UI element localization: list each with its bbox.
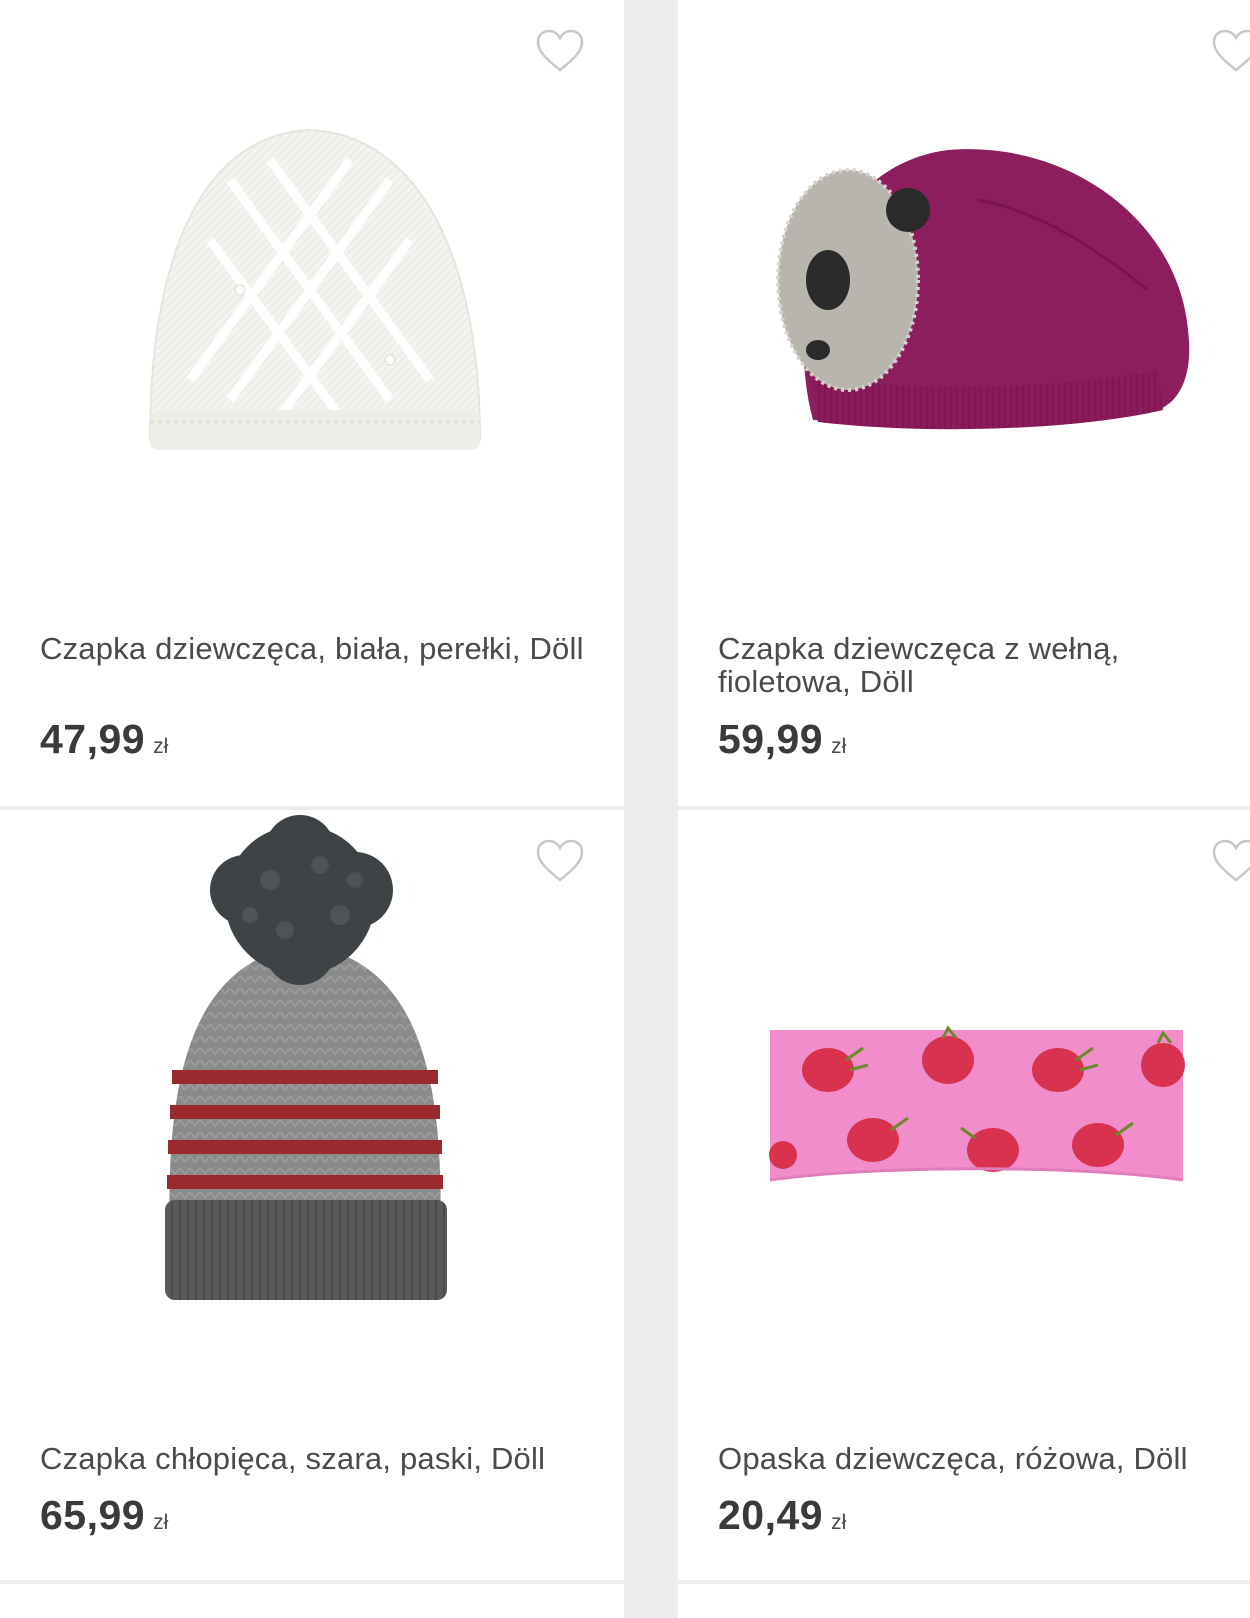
product-image-pink-headband[interactable] bbox=[678, 810, 1250, 1330]
product-title[interactable]: Czapka chłopięca, szara, paski, Döll bbox=[40, 1442, 604, 1475]
price-currency: zł bbox=[153, 735, 169, 758]
price-amount: 59,99 bbox=[718, 716, 824, 762]
product-card-partial[interactable] bbox=[0, 1584, 624, 1618]
product-title[interactable]: Czapka dziewczęca z wełną, fioletowa, Dö… bbox=[718, 632, 1230, 698]
product-image-purple-beret[interactable] bbox=[678, 110, 1250, 490]
price-amount: 65,99 bbox=[40, 1492, 146, 1538]
product-card[interactable]: Opaska dziewczęca, różowa, Döll 20,49 zł bbox=[678, 810, 1250, 1580]
product-price: 47,99 zł bbox=[40, 716, 168, 763]
price-amount: 47,99 bbox=[40, 716, 146, 762]
heart-outline-icon[interactable] bbox=[1211, 28, 1250, 74]
product-grid: Czapka dziewczęca, biała, perełki, Döll … bbox=[0, 0, 1250, 1618]
product-title[interactable]: Czapka dziewczęca, biała, perełki, Döll bbox=[40, 632, 604, 665]
product-card[interactable]: Czapka dziewczęca z wełną, fioletowa, Dö… bbox=[678, 0, 1250, 806]
price-currency: zł bbox=[153, 1511, 169, 1534]
product-price: 65,99 zł bbox=[40, 1492, 168, 1539]
product-title[interactable]: Opaska dziewczęca, różowa, Döll bbox=[718, 1442, 1230, 1475]
product-card-partial[interactable] bbox=[678, 1584, 1250, 1618]
product-card[interactable]: Czapka chłopięca, szara, paski, Döll 65,… bbox=[0, 810, 624, 1580]
heart-outline-icon[interactable] bbox=[535, 28, 585, 74]
price-currency: zł bbox=[831, 1511, 847, 1534]
product-price: 20,49 zł bbox=[718, 1492, 846, 1539]
price-amount: 20,49 bbox=[718, 1492, 824, 1538]
price-currency: zł bbox=[831, 735, 847, 758]
product-image-grey-pompom-hat[interactable] bbox=[0, 810, 624, 1330]
product-card[interactable]: Czapka dziewczęca, biała, perełki, Döll … bbox=[0, 0, 624, 806]
product-price: 59,99 zł bbox=[718, 716, 846, 763]
product-image-white-hat[interactable] bbox=[0, 110, 624, 490]
